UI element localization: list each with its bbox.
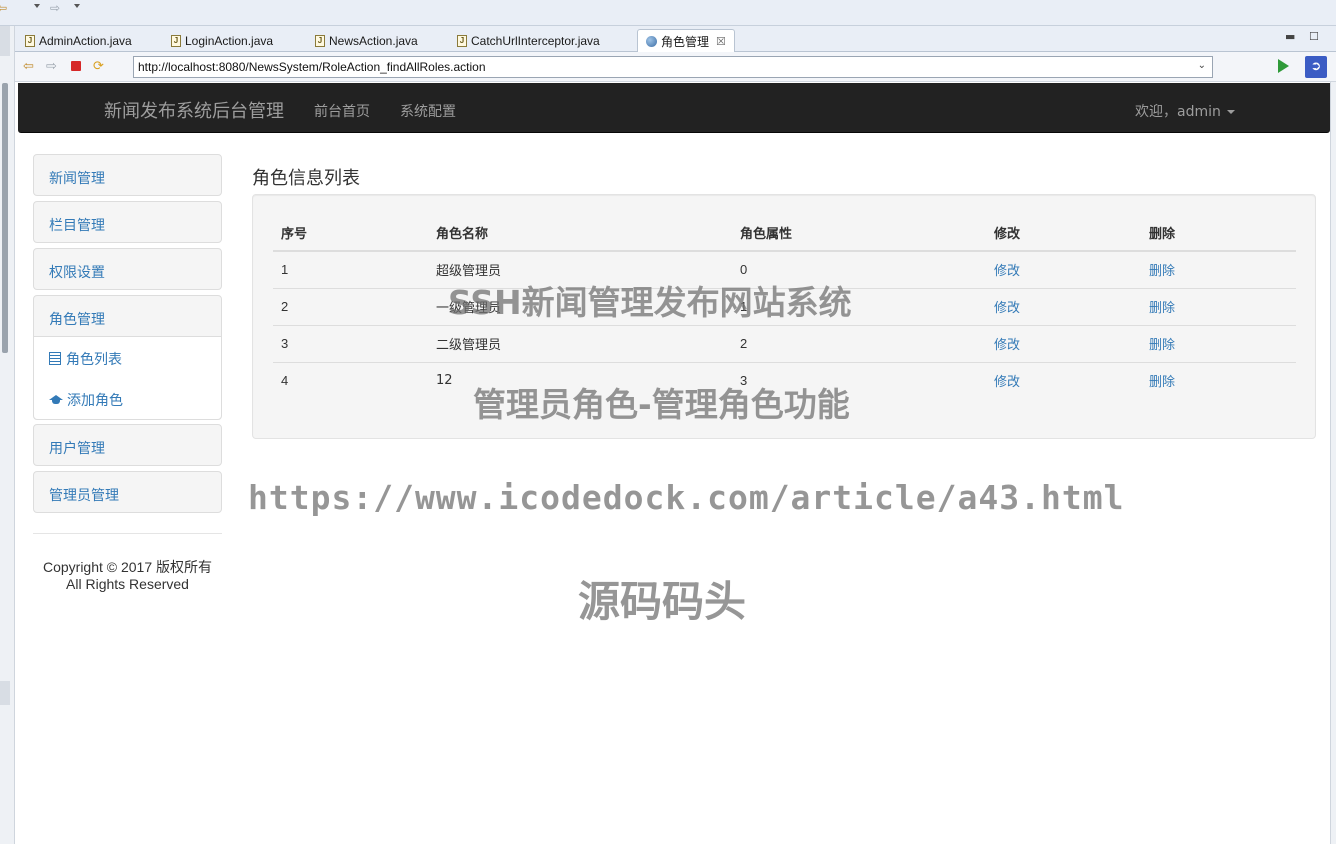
forward-icon[interactable]: ⇨ (50, 1, 60, 15)
right-edge (1330, 82, 1336, 844)
delete-link[interactable]: 删除 (1149, 264, 1175, 279)
delete-link[interactable]: 删除 (1149, 338, 1175, 353)
tab-label: 角色管理 (661, 34, 710, 49)
go-icon[interactable] (1278, 59, 1289, 73)
editor-tabbar: J AdminAction.java J LoginAction.java J … (15, 26, 1336, 52)
refresh-icon[interactable]: ⟳ (93, 60, 104, 73)
sidebar-item-label: 栏目管理 (49, 218, 105, 234)
back-dropdown-icon[interactable] (34, 4, 40, 8)
sidebar-item-roles: 角色管理 角色列表 添加角色 (33, 295, 222, 420)
sidebar-item-label[interactable]: 角色管理 (34, 296, 221, 336)
url-input[interactable]: http://localhost:8080/NewsSystem/RoleAct… (133, 56, 1213, 78)
cell-id: 2 (273, 287, 428, 325)
column-header: 修改 (986, 215, 1141, 252)
back-icon[interactable]: ⇦ (0, 1, 7, 15)
column-header: 删除 (1141, 215, 1296, 252)
delete-link[interactable]: 删除 (1149, 301, 1175, 316)
watermark-url: https://www.icodedock.com/article/a43.ht… (248, 478, 1125, 517)
caret-down-icon (1226, 110, 1235, 114)
url-text: http://localhost:8080/NewsSystem/RoleAct… (138, 60, 486, 74)
sidebar-item-label: 新闻管理 (49, 171, 105, 187)
java-file-icon: J (315, 34, 325, 47)
gutter-scroll-handle[interactable] (2, 83, 8, 353)
user-menu[interactable]: 欢迎，admin (1135, 101, 1235, 121)
cell-id: 4 (273, 361, 428, 399)
sidebar-divider (33, 533, 222, 534)
forward-dropdown-icon[interactable] (74, 4, 80, 8)
cell-id: 3 (273, 324, 428, 362)
sidebar-item-news[interactable]: 新闻管理 (33, 154, 222, 196)
tab-label: NewsAction.java (329, 33, 418, 48)
forward-icon[interactable]: ⇨ (46, 60, 57, 73)
tab-news-action[interactable]: J NewsAction.java (307, 29, 426, 52)
maximize-icon[interactable]: ☐ (1309, 30, 1319, 43)
sidebar-item-admins[interactable]: 管理员管理 (33, 471, 222, 513)
page-title: 角色信息列表 (252, 168, 360, 189)
table-header-row: 序号 角色名称 角色属性 修改 删除 (273, 215, 1296, 252)
user-greeting: 欢迎，admin (1135, 104, 1221, 120)
sidebar-item-label: 用户管理 (49, 441, 105, 457)
browser-toolbar: ⇦ ⇨ ⟳ http://localhost:8080/NewsSystem/R… (15, 52, 1336, 82)
site-brand[interactable]: 新闻发布系统后台管理 (104, 97, 284, 123)
delete-link[interactable]: 删除 (1149, 375, 1175, 390)
column-header: 角色名称 (428, 215, 732, 252)
watermark-title: SSH新闻管理发布网站系统 (448, 283, 852, 322)
tab-admin-action[interactable]: J AdminAction.java (17, 29, 140, 52)
cell-name: 二级管理员 (428, 324, 732, 362)
close-icon[interactable]: ☒ (716, 35, 726, 48)
tab-role-management[interactable]: 角色管理 ☒ (637, 29, 735, 52)
java-file-icon: J (171, 34, 181, 47)
list-icon (49, 352, 61, 365)
java-file-icon: J (25, 34, 35, 47)
nav-home-link[interactable]: 前台首页 (314, 101, 370, 121)
ide-toolbar: ⇦ ⇨ (0, 0, 1336, 26)
watermark-subtitle: 管理员角色-管理角色功能 (473, 385, 850, 424)
nav-config-link[interactable]: 系统配置 (400, 101, 456, 121)
column-header: 序号 (273, 215, 428, 252)
sidebar-item-users[interactable]: 用户管理 (33, 424, 222, 466)
sidebar-subitem-label: 添加角色 (67, 393, 123, 409)
sidebar-item-label: 权限设置 (49, 265, 105, 281)
back-icon[interactable]: ⇦ (23, 60, 34, 73)
rights-line: All Rights Reserved (66, 576, 189, 592)
sidebar-item-permissions[interactable]: 权限设置 (33, 248, 222, 290)
cell-id: 1 (273, 250, 428, 288)
stop-icon[interactable] (71, 61, 81, 71)
sidebar-subitem-add-role[interactable]: 添加角色 (34, 378, 221, 419)
edit-link[interactable]: 修改 (994, 301, 1020, 316)
left-gutter (0, 26, 15, 844)
tab-catch-url-interceptor[interactable]: J CatchUrlInterceptor.java (449, 29, 608, 52)
open-external-icon[interactable]: ➲ (1305, 56, 1327, 78)
java-file-icon: J (457, 34, 467, 47)
sidebar-subitem-label: 角色列表 (66, 352, 122, 368)
cell-attr: 2 (732, 324, 986, 362)
minimize-icon[interactable]: ▬ (1285, 30, 1295, 43)
site-navbar: 新闻发布系统后台管理 前台首页 系统配置 欢迎，admin (18, 83, 1330, 133)
sidebar-submenu: 角色列表 添加角色 (34, 336, 221, 419)
sidebar-item-columns[interactable]: 栏目管理 (33, 201, 222, 243)
edit-link[interactable]: 修改 (994, 338, 1020, 353)
tab-login-action[interactable]: J LoginAction.java (163, 29, 281, 52)
watermark-brand: 源码码头 (578, 577, 747, 626)
column-header: 角色属性 (732, 215, 986, 252)
tab-label: LoginAction.java (185, 33, 274, 48)
chevron-down-icon[interactable]: ⌄ (1198, 60, 1206, 71)
sidebar-subitem-role-list[interactable]: 角色列表 (34, 337, 221, 378)
globe-icon (646, 35, 657, 47)
graduation-cap-icon (49, 395, 63, 405)
edit-link[interactable]: 修改 (994, 375, 1020, 390)
table-row: 3 二级管理员 2 修改 删除 (273, 324, 1296, 362)
edit-link[interactable]: 修改 (994, 264, 1020, 279)
sidebar-item-label: 管理员管理 (49, 488, 119, 504)
copyright-line: Copyright © 2017 版权所有 (42, 559, 213, 575)
tab-label: AdminAction.java (39, 33, 132, 48)
tab-label: CatchUrlInterceptor.java (471, 33, 600, 48)
